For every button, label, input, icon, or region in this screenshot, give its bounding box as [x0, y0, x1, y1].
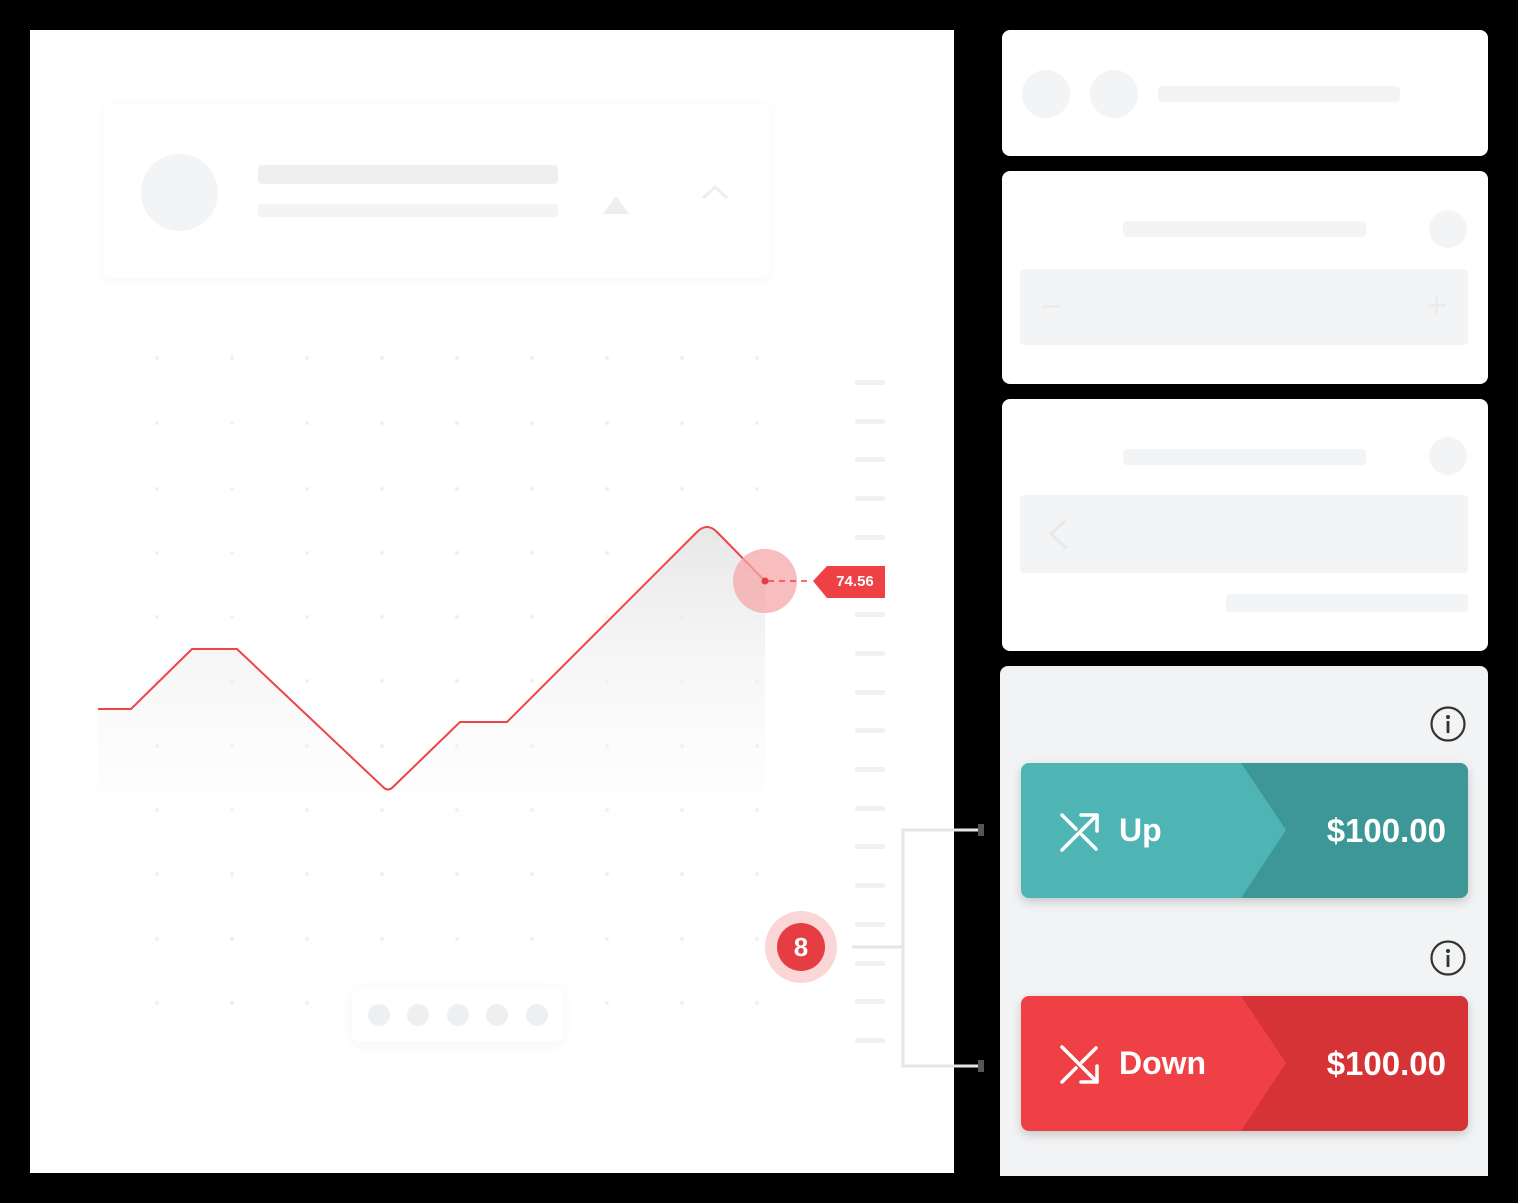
up-label: Up: [1119, 812, 1162, 848]
info-icon[interactable]: [1430, 706, 1466, 742]
duration-title-placeholder: [1123, 449, 1366, 465]
chevron-left-icon[interactable]: [1046, 517, 1070, 551]
up-amount: $100.00: [1326, 812, 1446, 849]
plus-icon[interactable]: [1428, 297, 1446, 315]
minus-icon[interactable]: [1042, 305, 1060, 308]
down-button[interactable]: Down $100.00: [1021, 996, 1468, 1131]
assets-card: [1002, 30, 1488, 156]
amount-card: [1002, 171, 1488, 384]
info-icon[interactable]: [1430, 940, 1466, 976]
down-label: Down: [1119, 1045, 1207, 1081]
amount-stepper[interactable]: [1020, 269, 1468, 345]
arrow-down-right-icon: [1060, 1045, 1099, 1084]
up-button[interactable]: Up $100.00: [1021, 763, 1468, 898]
info-icon[interactable]: [1429, 437, 1467, 475]
duration-card: [1002, 399, 1488, 651]
duration-note-placeholder: [1226, 594, 1468, 612]
amount-title-placeholder: [1123, 221, 1366, 237]
down-amount: $100.00: [1326, 1045, 1446, 1082]
asset-chip[interactable]: [1090, 70, 1138, 118]
asset-title-placeholder: [1158, 86, 1400, 102]
asset-chip[interactable]: [1022, 70, 1070, 118]
duration-selector[interactable]: [1020, 495, 1468, 573]
arrow-up-right-icon: [1060, 813, 1099, 852]
info-icon[interactable]: [1429, 210, 1467, 248]
